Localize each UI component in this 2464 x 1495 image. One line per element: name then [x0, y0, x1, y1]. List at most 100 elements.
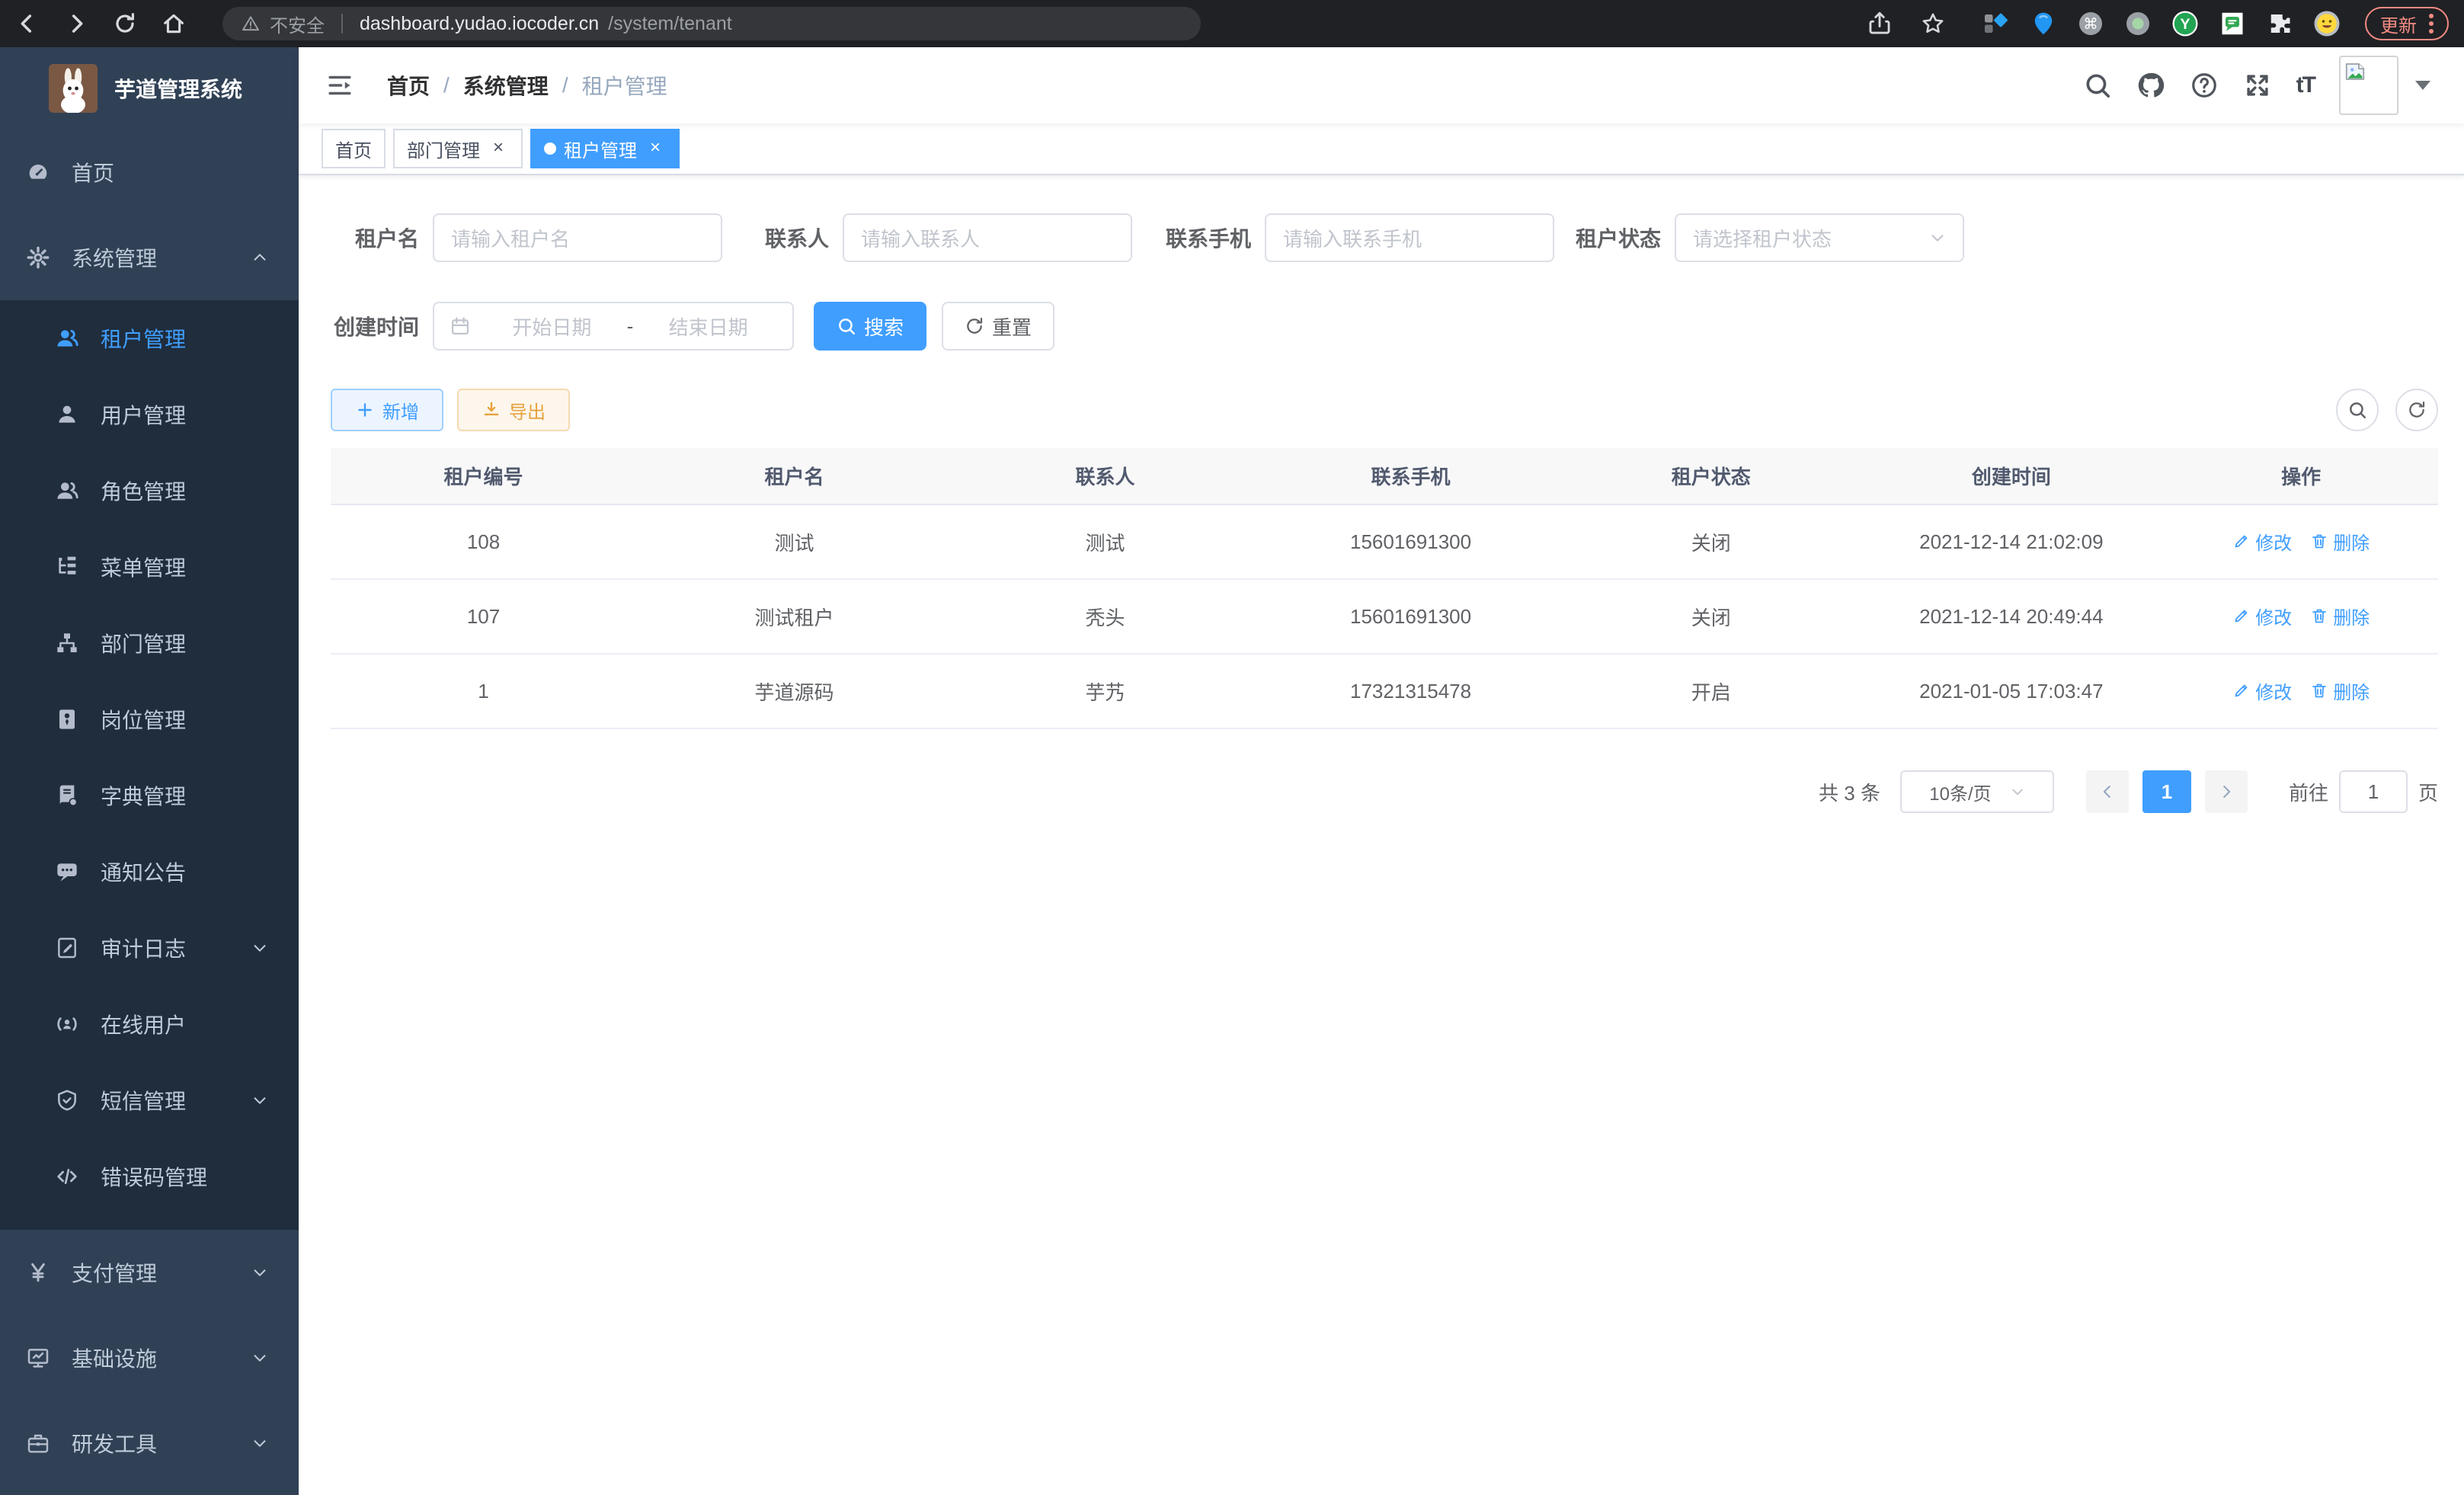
broken-image-icon — [2344, 60, 2366, 83]
github-icon[interactable] — [2136, 71, 2165, 100]
sidebar-toggle-hamburger-icon[interactable] — [326, 72, 354, 99]
cell-actions: 修改删除 — [2164, 504, 2438, 579]
table-tools — [2336, 389, 2438, 431]
breadcrumb-system[interactable]: 系统管理 — [463, 70, 549, 101]
browser-update-chip[interactable]: 更新 — [2365, 7, 2449, 40]
security-label: 不安全 — [270, 11, 325, 37]
cell-contact: 芋艿 — [952, 654, 1258, 728]
people-icon — [55, 479, 79, 503]
tag-close-icon[interactable]: × — [488, 138, 509, 159]
extension-chat-icon[interactable] — [2219, 10, 2246, 37]
extension-kite-icon[interactable] — [2030, 10, 2057, 37]
sidebar-item-error-code[interactable]: 错误码管理 — [0, 1138, 299, 1215]
tag-close-icon[interactable]: × — [645, 138, 666, 159]
sidebar-item-role[interactable]: 角色管理 — [0, 453, 299, 529]
sidebar-item-sms[interactable]: 短信管理 — [0, 1062, 299, 1138]
cell-mobile: 15601691300 — [1258, 504, 1563, 579]
add-button[interactable]: 新增 — [331, 389, 443, 431]
sidebar-item-pay[interactable]: 支付管理 — [0, 1230, 299, 1315]
user-avatar[interactable] — [2339, 56, 2398, 115]
edit-link[interactable]: 修改 — [2232, 677, 2292, 704]
help-icon[interactable] — [2190, 71, 2219, 100]
delete-link[interactable]: 删除 — [2310, 677, 2370, 704]
delete-link[interactable]: 删除 — [2310, 603, 2370, 629]
status-label: 租户状态 — [1573, 222, 1661, 253]
browser-back-icon[interactable] — [15, 11, 40, 36]
sidebar-item-audit-log[interactable]: 审计日志 — [0, 910, 299, 986]
extension-y-icon[interactable]: Y — [2171, 10, 2199, 37]
create-time-range-picker[interactable]: 开始日期 - 结束日期 — [433, 302, 794, 351]
browser-home-icon[interactable] — [162, 11, 186, 36]
trash-icon — [2310, 532, 2328, 550]
chevron-down-icon — [251, 940, 268, 956]
update-label: 更新 — [2380, 11, 2417, 37]
sidebar-item-home[interactable]: 首页 — [0, 130, 299, 215]
refresh-table-button[interactable] — [2395, 389, 2438, 431]
tree-icon — [55, 555, 79, 579]
status-select[interactable]: 请选择租户状态 — [1675, 213, 1964, 262]
sidebar-item-notice[interactable]: 通知公告 — [0, 834, 299, 910]
sidebar-item-online-user[interactable]: 在线用户 — [0, 986, 299, 1062]
browser-toolbar: 不安全 dashboard.yudao.iocoder.cn/system/te… — [0, 0, 2464, 47]
bookmark-star-icon[interactable] — [1920, 11, 1946, 37]
tag-dept[interactable]: 部门管理 × — [393, 129, 523, 168]
chevron-up-icon — [251, 249, 268, 266]
chevron-down-icon — [251, 1092, 268, 1109]
contact-input[interactable]: 请输入联系人 — [843, 213, 1132, 262]
mobile-input[interactable]: 请输入联系手机 — [1265, 213, 1554, 262]
page: 不安全 dashboard.yudao.iocoder.cn/system/te… — [0, 0, 2464, 1495]
edit-link[interactable]: 修改 — [2232, 603, 2292, 629]
tag-tenant[interactable]: 租户管理 × — [530, 129, 680, 168]
tag-label: 部门管理 — [407, 136, 480, 162]
browser-forward-icon[interactable] — [64, 11, 88, 36]
page-number-button[interactable]: 1 — [2142, 770, 2191, 813]
edit-pencil-icon — [2232, 607, 2251, 625]
sidebar-item-label: 错误码管理 — [101, 1161, 207, 1192]
fullscreen-icon[interactable] — [2243, 71, 2272, 100]
next-page-button[interactable] — [2205, 770, 2248, 813]
browser-reload-icon[interactable] — [113, 11, 137, 36]
sidebar-item-dept[interactable]: 部门管理 — [0, 605, 299, 681]
tag-home[interactable]: 首页 — [322, 129, 386, 168]
book-icon — [55, 783, 79, 808]
sidebar-item-system[interactable]: 系统管理 — [0, 215, 299, 300]
avatar-dropdown-caret-icon[interactable] — [2415, 81, 2430, 90]
share-icon[interactable] — [1867, 11, 1893, 37]
sidebar-item-dict[interactable]: 字典管理 — [0, 757, 299, 834]
address-bar[interactable]: 不安全 dashboard.yudao.iocoder.cn/system/te… — [222, 7, 1201, 40]
goto-page-input[interactable]: 1 — [2339, 770, 2408, 813]
page-unit-label: 页 — [2418, 778, 2438, 806]
export-button[interactable]: 导出 — [457, 389, 570, 431]
extensions-puzzle-icon[interactable] — [2266, 10, 2293, 37]
sidebar-item-menu[interactable]: 菜单管理 — [0, 529, 299, 605]
extension-record-icon[interactable] — [2124, 10, 2152, 37]
cell-id: 107 — [331, 579, 636, 654]
search-icon — [2347, 400, 2367, 420]
profile-avatar-emoji[interactable] — [2313, 10, 2341, 37]
sidebar-item-user[interactable]: 用户管理 — [0, 376, 299, 453]
breadcrumb-home[interactable]: 首页 — [387, 70, 430, 101]
tenant-name-input[interactable]: 请输入租户名 — [433, 213, 722, 262]
sidebar-item-post[interactable]: 岗位管理 — [0, 681, 299, 757]
font-size-icon[interactable]: tT — [2296, 74, 2315, 97]
browser-menu-dots-icon[interactable] — [2429, 14, 2434, 34]
toggle-search-button[interactable] — [2336, 389, 2379, 431]
tag-label: 租户管理 — [564, 136, 637, 162]
sidebar-item-dev-tool[interactable]: 研发工具 — [0, 1401, 299, 1486]
sidebar-item-infra[interactable]: 基础设施 — [0, 1315, 299, 1401]
page-size-select[interactable]: 10条/页 — [1900, 770, 2054, 813]
edit-link[interactable]: 修改 — [2232, 528, 2292, 555]
active-tag-dot — [544, 142, 556, 155]
sidebar-item-tenant[interactable]: 租户管理 — [0, 300, 299, 376]
search-icon[interactable] — [2083, 71, 2112, 100]
extension-diamond-icon[interactable] — [1982, 10, 2010, 37]
prev-page-button[interactable] — [2086, 770, 2129, 813]
extension-command-icon[interactable]: ⌘ — [2077, 10, 2104, 37]
search-button[interactable]: 搜索 — [814, 302, 926, 351]
sidebar-item-label: 岗位管理 — [101, 704, 186, 735]
reset-button[interactable]: 重置 — [942, 302, 1054, 351]
delete-link[interactable]: 删除 — [2310, 528, 2370, 555]
breadcrumb-separator: / — [443, 73, 450, 98]
create-time-label: 创建时间 — [331, 311, 419, 341]
chevron-left-icon — [2099, 783, 2116, 800]
